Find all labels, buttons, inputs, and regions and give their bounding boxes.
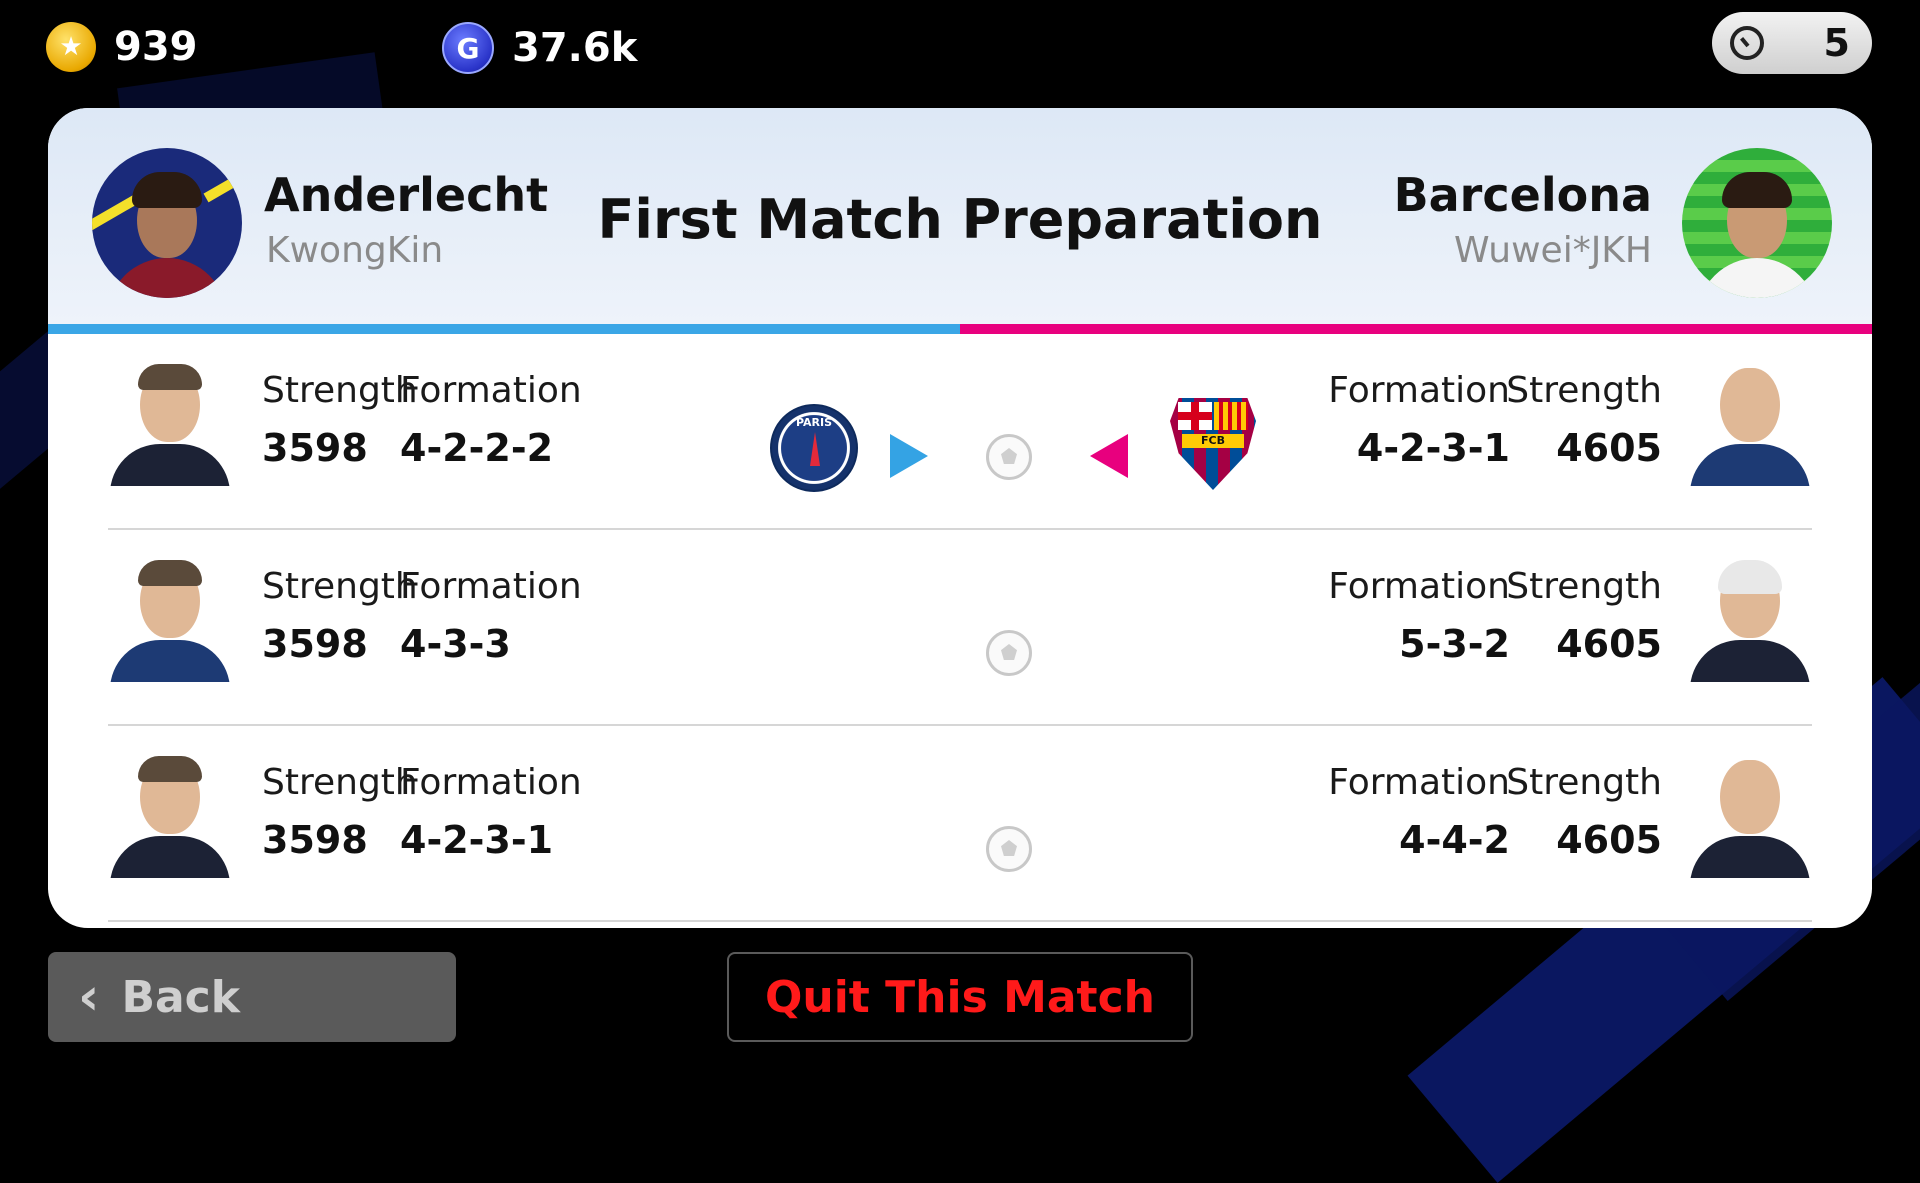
away-strength-label: Strength: [1506, 762, 1662, 803]
home-accent-bar: [48, 324, 960, 334]
away-formation-label: Formation: [1328, 762, 1510, 803]
soccer-ball-icon: [986, 826, 1032, 872]
timer-value: 5: [1823, 21, 1850, 65]
match-header: Anderlecht KwongKin First Match Preparat…: [48, 108, 1872, 324]
psg-badge-text: PARIS: [795, 416, 833, 429]
match-row: Strength 3598 Formation 4-2-2-2 PARIS FC…: [108, 334, 1812, 530]
back-button[interactable]: ‹ Back: [48, 952, 456, 1042]
home-strength-value: 3598: [262, 818, 368, 862]
home-formation-value: 4-3-3: [400, 622, 511, 666]
quit-match-button[interactable]: Quit This Match: [727, 952, 1193, 1042]
coins-display: ★ 939: [46, 22, 198, 72]
match-preparation-card: Anderlecht KwongKin First Match Preparat…: [48, 108, 1872, 928]
away-manager-portrait: [1690, 558, 1810, 682]
fcb-badge-text: FCB: [1182, 434, 1244, 448]
arrow-right-icon: [890, 434, 928, 478]
home-strength-label: Strength: [262, 566, 418, 607]
timer-indicator[interactable]: 5: [1712, 12, 1872, 74]
soccer-ball-icon: [986, 630, 1032, 676]
quit-match-label: Quit This Match: [764, 971, 1155, 1023]
home-strength-label: Strength: [262, 370, 418, 411]
gp-display: G 37.6k: [442, 22, 637, 74]
home-strength-label: Strength: [262, 762, 418, 803]
away-user-avatar[interactable]: [1682, 148, 1832, 298]
coins-value: 939: [114, 24, 198, 70]
gp-value: 37.6k: [512, 25, 638, 71]
gp-icon: G: [442, 22, 494, 74]
away-manager-portrait: [1690, 754, 1810, 878]
home-formation-label: Formation: [400, 762, 582, 803]
away-strength-label: Strength: [1506, 370, 1662, 411]
away-manager-portrait: [1690, 362, 1810, 486]
coin-icon: ★: [46, 22, 96, 72]
soccer-ball-icon: [986, 434, 1032, 480]
home-strength-value: 3598: [262, 426, 368, 470]
home-formation-value: 4-2-3-1: [400, 818, 554, 862]
away-accent-bar: [960, 324, 1872, 334]
away-formation-label: Formation: [1328, 370, 1510, 411]
home-manager-portrait: [110, 362, 230, 486]
psg-badge-icon: PARIS: [770, 404, 858, 492]
away-strength-value: 4605: [1556, 818, 1662, 862]
home-formation-label: Formation: [400, 370, 582, 411]
away-team-name: Barcelona: [1393, 168, 1652, 222]
away-strength-value: 4605: [1556, 426, 1662, 470]
away-user-name: Wuwei*JKH: [1453, 230, 1652, 271]
back-chevron-icon: ‹: [78, 967, 100, 1027]
away-formation-value: 4-2-3-1: [1356, 426, 1510, 470]
away-strength-value: 4605: [1556, 622, 1662, 666]
home-formation-label: Formation: [400, 566, 582, 607]
fcb-badge-icon: FCB: [1170, 398, 1256, 490]
match-row: Strength 3598 Formation 4-2-3-1 Formatio…: [108, 726, 1812, 922]
home-formation-value: 4-2-2-2: [400, 426, 554, 470]
home-manager-portrait: [110, 754, 230, 878]
back-button-label: Back: [121, 971, 241, 1023]
match-row: Strength 3598 Formation 4-3-3 Formation …: [108, 530, 1812, 726]
timer-icon: [1730, 26, 1764, 60]
away-formation-value: 4-4-2: [1399, 818, 1510, 862]
away-formation-value: 5-3-2: [1399, 622, 1510, 666]
row-divider: [108, 920, 1812, 922]
home-strength-value: 3598: [262, 622, 368, 666]
away-strength-label: Strength: [1506, 566, 1662, 607]
home-manager-portrait: [110, 558, 230, 682]
arrow-left-icon: [1090, 434, 1128, 478]
away-formation-label: Formation: [1328, 566, 1510, 607]
